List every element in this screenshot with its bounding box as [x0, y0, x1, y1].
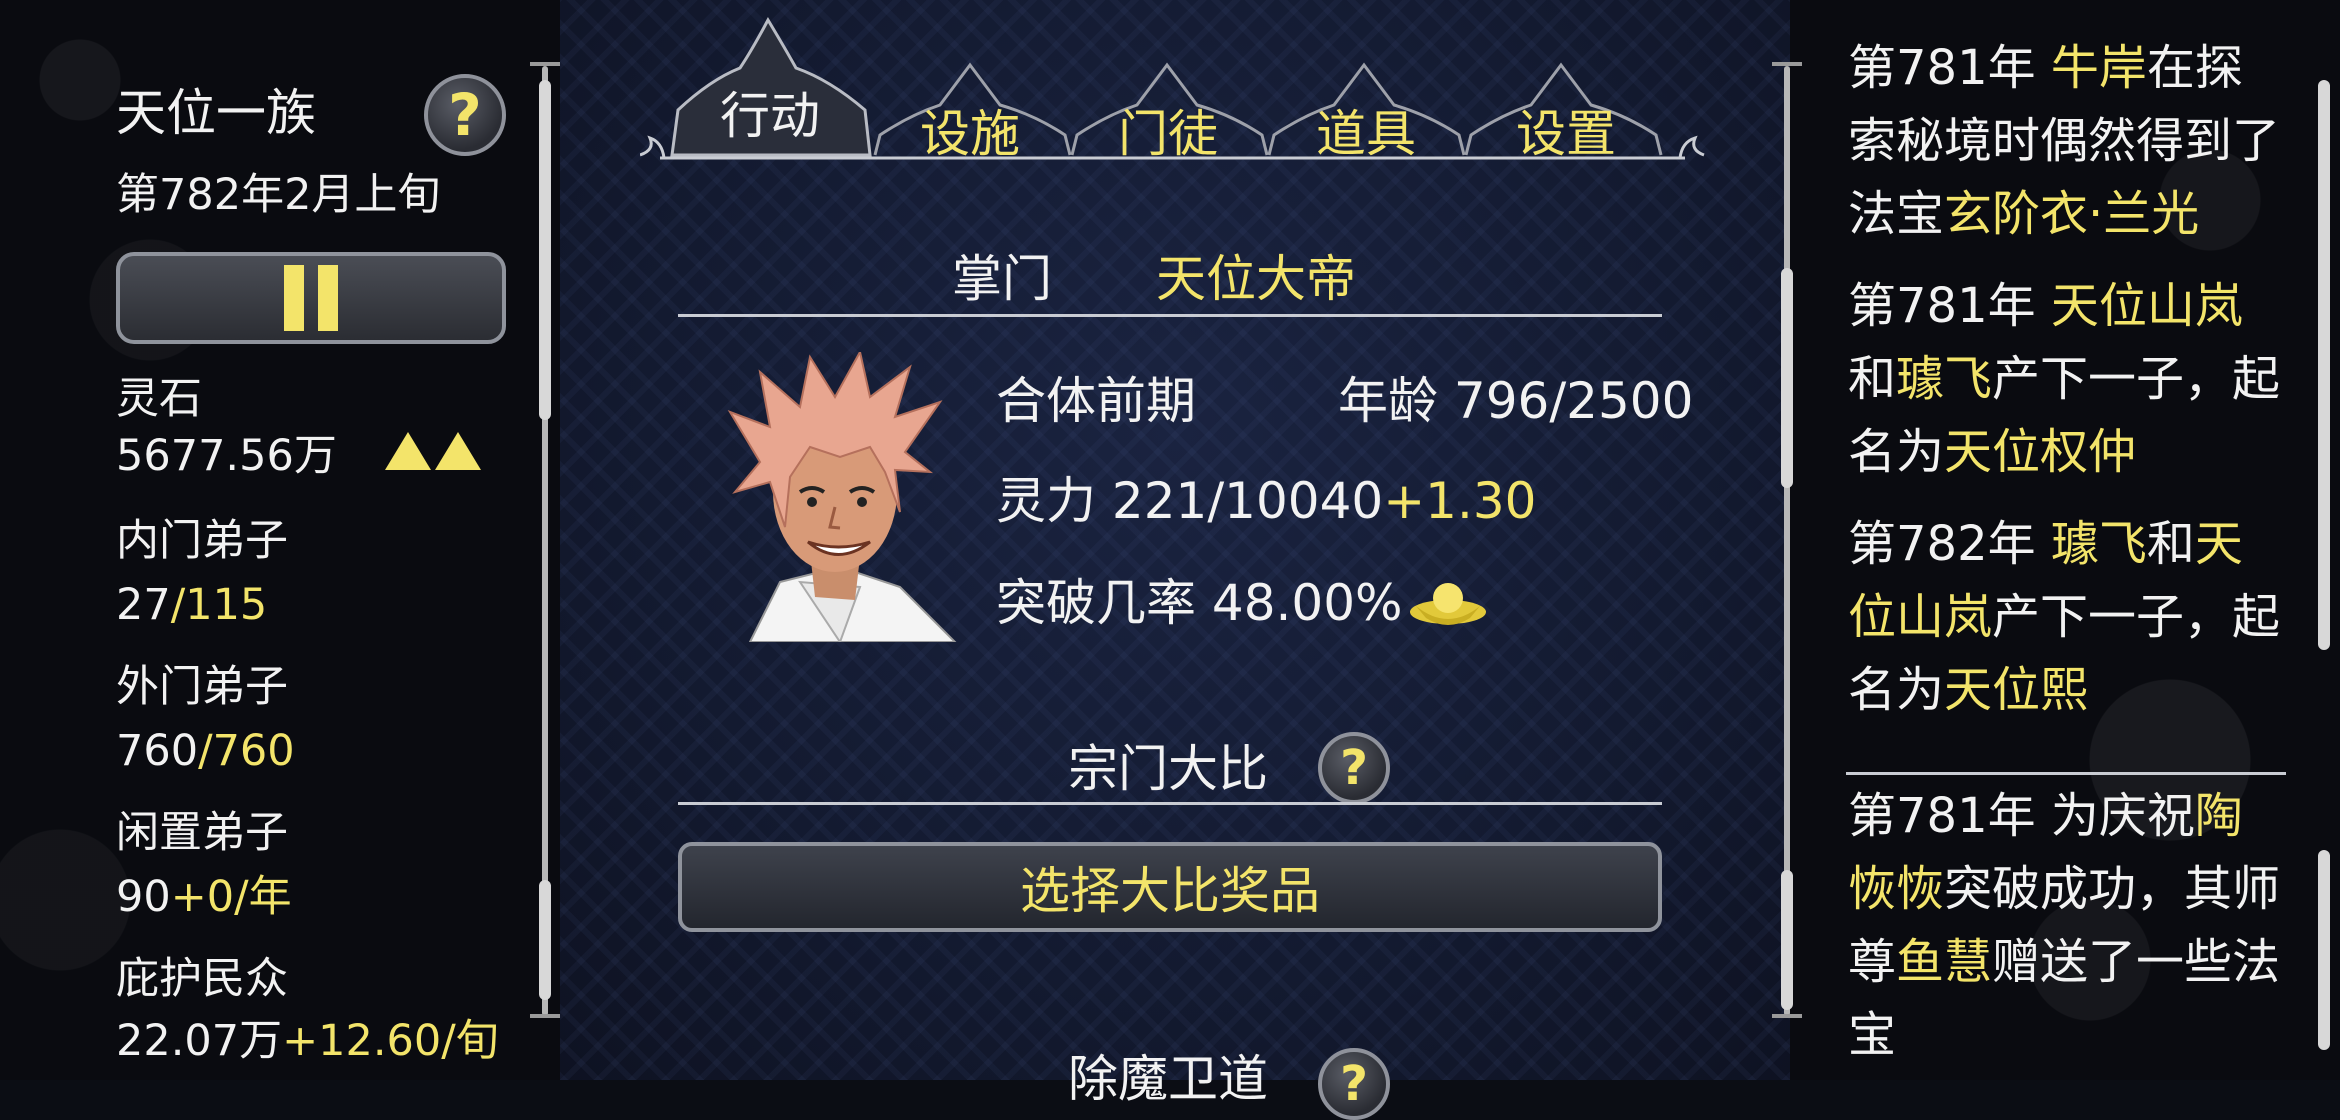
log-highlight: 天位山岚: [2050, 278, 2243, 334]
log-text: 第781年: [1848, 278, 2051, 334]
breakthrough-label: 突破几率: [996, 574, 1196, 632]
tab-actions[interactable]: 行动: [720, 76, 820, 148]
select-tournament-prize-button[interactable]: 选择大比奖品: [678, 842, 1662, 932]
left-scroll-thumb-lower[interactable]: [539, 880, 551, 1000]
leader-divider: [678, 314, 1662, 317]
center-scroll-cap-bottom: [1772, 1014, 1802, 1018]
spirit-value: 221/10040: [1111, 472, 1384, 530]
stat-label-idle-disciples: 闲置弟子: [116, 808, 288, 858]
log-text: 第782年: [1848, 516, 2051, 572]
gold-ingot-icon[interactable]: [1408, 576, 1488, 630]
breakthrough-value: 48.00%: [1211, 574, 1403, 632]
outer-disciples-max: /760: [198, 726, 295, 776]
demon-slaying-title: 除魔卫道: [1068, 1050, 1268, 1108]
stat-value-inner-disciples: 27/115: [116, 584, 267, 627]
log-highlight: 璩飞: [2050, 516, 2147, 572]
pause-icon: [284, 265, 304, 331]
log-entry: 第781年 天位山岚和璩飞产下一子，起名为天位权仲: [1848, 270, 2288, 489]
leader-portrait[interactable]: [690, 352, 960, 642]
protected-people-rate: +12.60/旬: [282, 1016, 499, 1066]
pause-icon-bar: [318, 265, 338, 331]
leader-name[interactable]: 天位大帝: [1156, 254, 1356, 304]
log-text: 和: [1848, 351, 1897, 407]
tournament-divider: [678, 802, 1662, 805]
tournament-title: 宗门大比: [1068, 740, 1268, 798]
log-scroll-thumb-lower[interactable]: [2318, 850, 2330, 1050]
question-icon: ?: [448, 81, 482, 149]
game-date: 第782年2月上旬: [116, 170, 441, 220]
stat-label-spirit-stones: 灵石: [116, 374, 202, 424]
idle-disciples-count: 90: [116, 872, 171, 922]
log-highlight: 璩飞: [1896, 351, 1993, 407]
protected-people-count: 22.07万: [116, 1016, 283, 1066]
inner-disciples-count: 27: [116, 580, 171, 630]
tab-facilities[interactable]: 设施: [920, 94, 1020, 166]
stat-value-spirit-stones: 5677.56万: [116, 432, 481, 478]
log-text: 第781年: [1848, 40, 2051, 96]
age-value: 796/2500: [1453, 372, 1694, 430]
trend-up-icon: [381, 431, 481, 481]
stat-value-idle-disciples: 90+0/年: [116, 876, 292, 919]
spirit-stones-value: 5677.56万: [116, 431, 337, 481]
log-entry: 第781年 牛岸在探索秘境时偶然得到了法宝玄阶衣·兰光: [1848, 32, 2288, 251]
log-highlight: 鱼慧: [1896, 934, 1993, 990]
leader-spirit: 灵力 221/10040+1.30: [996, 476, 1536, 526]
leader-breakthrough: 突破几率 48.00%: [996, 578, 1403, 628]
log-divider: [1846, 772, 2286, 775]
leader-realm: 合体前期: [996, 372, 1196, 430]
stat-label-protected-people: 庇护民众: [116, 954, 288, 1004]
spirit-label: 灵力: [996, 472, 1096, 530]
log-highlight: 玄阶衣·兰光: [1944, 186, 2200, 242]
tournament-help-button[interactable]: ?: [1318, 732, 1390, 804]
log-highlight: 牛岸: [2050, 40, 2147, 96]
left-scroll-cap-bottom: [530, 1014, 560, 1018]
left-scroll-thumb[interactable]: [539, 80, 551, 420]
log-text: 和: [2146, 516, 2195, 572]
question-icon: ?: [1340, 740, 1368, 796]
stat-value-protected-people: 22.07万+12.60/旬: [116, 1020, 499, 1063]
leader-title: 掌门: [952, 250, 1052, 308]
log-scroll-thumb[interactable]: [2318, 80, 2330, 650]
inner-disciples-max: /115: [170, 580, 268, 630]
sect-help-button[interactable]: ?: [424, 74, 506, 156]
age-label: 年龄: [1338, 372, 1438, 430]
sect-name: 天位一族: [116, 84, 316, 142]
tab-disciples[interactable]: 门徒: [1118, 94, 1218, 166]
leader-age: 年龄 796/2500: [1338, 376, 1693, 426]
center-scroll-thumb[interactable]: [1781, 268, 1793, 488]
center-scroll-thumb-lower[interactable]: [1781, 870, 1793, 1010]
demon-slaying-help-button[interactable]: ?: [1318, 1048, 1390, 1120]
log-text: 第781年 为庆祝: [1848, 788, 2195, 844]
question-icon: ?: [1340, 1056, 1368, 1112]
pause-button[interactable]: [116, 252, 506, 344]
tab-items[interactable]: 道具: [1316, 94, 1416, 166]
log-highlight: 天位熙: [1944, 662, 2089, 718]
stat-label-outer-disciples: 外门弟子: [116, 662, 288, 712]
idle-disciples-rate: +0/年: [170, 872, 292, 922]
log-highlight: 天位权仲: [1944, 424, 2137, 480]
tab-settings[interactable]: 设置: [1516, 94, 1616, 166]
stat-value-outer-disciples: 760/760: [116, 730, 295, 773]
spirit-rate: +1.30: [1383, 472, 1537, 530]
outer-disciples-count: 760: [116, 726, 199, 776]
stat-label-inner-disciples: 内门弟子: [116, 516, 288, 566]
log-entry: 第782年 璩飞和天位山岚产下一子，起名为天位熙: [1848, 508, 2288, 727]
log-entry: 第781年 为庆祝陶恢恢突破成功，其师尊鱼慧赠送了一些法宝: [1848, 780, 2288, 1072]
